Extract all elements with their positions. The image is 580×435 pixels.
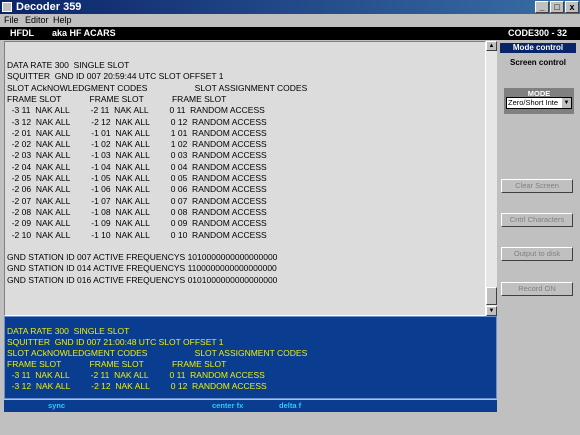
output-line: GND STATION ID 016 ACTIVE FREQUENCYS 010…	[7, 274, 278, 285]
maximize-button[interactable]: □	[550, 1, 564, 13]
decoded-output-pane[interactable]: DATA RATE 300 SINGLE SLOT SQUITTER GND ID…	[4, 41, 486, 316]
app-icon	[2, 2, 12, 12]
output-line: -2 04 NAK ALL -1 04 NAK ALL 0 04 RANDOM …	[7, 161, 267, 172]
live-output-pane[interactable]: DATA RATE 300 SINGLE SLOT SQUITTER GND ID…	[4, 316, 497, 399]
output-line: -3 11 NAK ALL -2 11 NAK ALL 0 11 RANDOM …	[7, 105, 265, 116]
output-line: SQUITTER GND ID 007 21:00:48 UTC SLOT OF…	[7, 337, 224, 347]
title-bar: Decoder 359 _ □ x	[0, 0, 580, 14]
output-line: -2 06 NAK ALL -1 06 NAK ALL 0 06 RANDOM …	[7, 184, 267, 195]
output-line: -2 05 NAK ALL -1 05 NAK ALL 0 05 RANDOM …	[7, 173, 267, 183]
output-line: -2 07 NAK ALL -1 07 NAK ALL 0 07 RANDOM …	[7, 195, 267, 206]
scroll-thumb[interactable]	[486, 287, 497, 305]
close-button[interactable]: x	[565, 1, 579, 13]
window-bottom-strip	[0, 413, 580, 435]
output-line: GND STATION ID 007 ACTIVE FREQUENCYS 101…	[7, 252, 278, 263]
output-to-disk-button[interactable]: Output to disk	[501, 247, 573, 261]
center-fx-indicator: center fx	[212, 401, 244, 410]
output-line: -2 02 NAK ALL -1 02 NAK ALL 1 02 RANDOM …	[7, 139, 267, 150]
menu-editor[interactable]: Editor	[25, 14, 49, 27]
clear-screen-button[interactable]: Clear Screen	[501, 179, 573, 193]
output-line: -2 08 NAK ALL -1 08 NAK ALL 0 08 RANDOM …	[7, 206, 267, 217]
output-line: -2 01 NAK ALL -1 01 NAK ALL 1 01 RANDOM …	[7, 127, 267, 138]
minimize-button[interactable]: _	[535, 1, 549, 13]
record-on-button[interactable]: Record ON	[501, 282, 573, 296]
output-line: FRAME SLOT FRAME SLOT FRAME SLOT	[7, 93, 227, 104]
status-bar: sync center fx delta f	[4, 400, 497, 412]
mode-select[interactable]: Zero/Short Inte ▼	[506, 97, 572, 109]
output-line: -2 03 NAK ALL -1 03 NAK ALL 0 03 RANDOM …	[7, 150, 267, 161]
code-label: CODE300 - 32	[508, 28, 568, 38]
menu-help[interactable]: Help	[53, 14, 72, 27]
scroll-down-icon[interactable]: ▼	[486, 306, 497, 316]
output-line: -3 11 NAK ALL -2 11 NAK ALL 0 11 RANDOM …	[7, 370, 265, 380]
mode-alias: aka HF ACARS	[52, 28, 116, 38]
mode-selector-box: MODE Zero/Short Inte ▼	[504, 88, 574, 114]
mode-header: HFDL aka HF ACARS CODE300 - 32	[0, 27, 580, 40]
decoder-window: Decoder 359 _ □ x File Editor Help HFDL …	[0, 0, 580, 435]
screen-control-tab[interactable]: Screen control	[500, 57, 576, 69]
menu-file[interactable]: File	[4, 14, 19, 27]
chevron-down-icon[interactable]: ▼	[562, 98, 571, 108]
output-line: SQUITTER GND ID 007 20:59:44 UTC SLOT OF…	[7, 71, 224, 82]
scroll-up-icon[interactable]: ▲	[486, 41, 497, 51]
window-title: Decoder 359	[16, 1, 82, 13]
sync-indicator: sync	[48, 401, 66, 410]
mode-name: HFDL	[10, 28, 34, 38]
control-panel: Mode control Screen control MODE Zero/Sh…	[498, 41, 580, 411]
output-line: -3 12 NAK ALL -2 12 NAK ALL 0 12 RANDOM …	[7, 116, 267, 127]
output-line: DATA RATE 300 SINGLE SLOT	[7, 326, 130, 336]
menu-bar: File Editor Help	[0, 14, 580, 27]
output-line: -2 09 NAK ALL -1 09 NAK ALL 0 09 RANDOM …	[7, 218, 267, 229]
output-line: FRAME SLOT FRAME SLOT FRAME SLOT	[7, 359, 227, 369]
output-line: SLOT ACkNOWLEDGMENT CODES SLOT ASSIGNMEN…	[7, 348, 308, 358]
output-line: SLOT ACkNOWLEDGMENT CODES SLOT ASSIGNMEN…	[7, 82, 308, 93]
vertical-scrollbar[interactable]: ▲ ▼	[486, 41, 497, 316]
output-line: GND STATION ID 014 ACTIVE FREQUENCYS 110…	[7, 263, 277, 274]
delta-f-indicator: delta f	[279, 401, 302, 410]
output-line: -2 10 NAK ALL -1 10 NAK ALL 0 10 RANDOM …	[7, 229, 267, 240]
mode-control-tab[interactable]: Mode control	[500, 43, 576, 53]
output-line: -3 12 NAK ALL -2 12 NAK ALL 0 12 RANDOM …	[7, 381, 267, 391]
control-characters-button[interactable]: Cntrl Characters	[501, 213, 573, 227]
mode-select-value: Zero/Short Inte	[508, 98, 559, 107]
output-line: DATA RATE 300 SINGLE SLOT	[7, 60, 130, 70]
